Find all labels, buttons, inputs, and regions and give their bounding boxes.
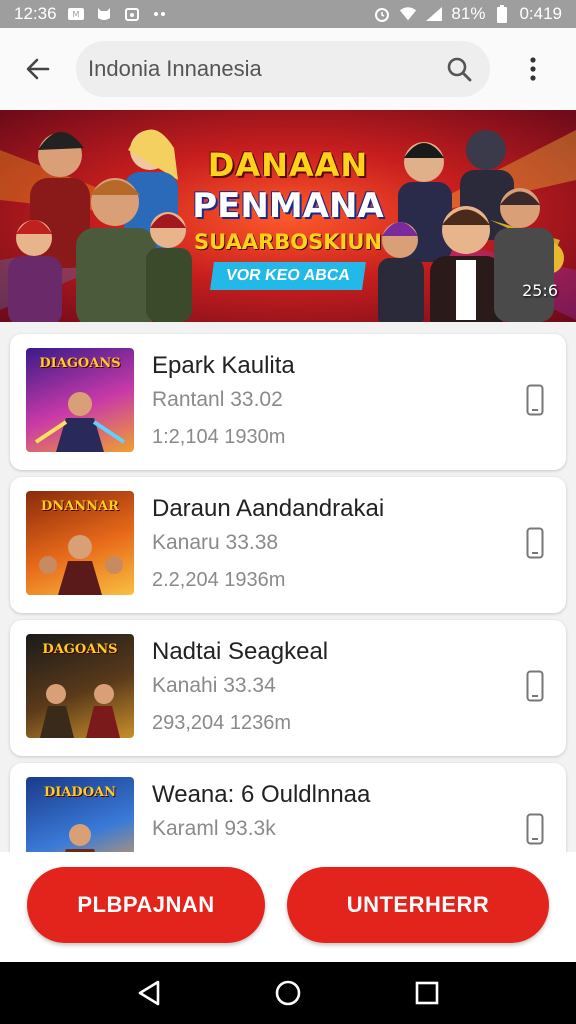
nav-back-button[interactable] (129, 973, 169, 1013)
thumbnail-label: DAGOANS (42, 642, 118, 657)
game-stats: 2.2,204 1936m (152, 569, 286, 591)
battery-icon (493, 5, 511, 23)
bottom-action-bar: PLBPAJNAN UNTERHERR (0, 852, 576, 962)
thumbnail-figure (65, 824, 95, 852)
game-rating: Rantanl 33.02 (152, 388, 283, 411)
banner-tagline: VOR KEO ABCA (210, 262, 366, 290)
notification-icon: M (67, 6, 85, 22)
recents-square-icon (415, 981, 438, 1005)
back-button[interactable] (0, 28, 76, 110)
game-thumbnail: DNANNAR (26, 491, 134, 595)
phone-icon (526, 384, 544, 416)
back-triangle-icon (139, 980, 160, 1006)
game-thumbnail: DIADOAN (26, 777, 134, 852)
promo-banner[interactable]: DANAAN PENMANA SUAARBOSKIUN VOR KEO ABCA… (0, 110, 576, 322)
list-item[interactable]: DAGOANS Nadtai Seagkeal Kanahi 33.34 293… (10, 620, 566, 756)
game-thumbnail: DAGOANS (26, 634, 134, 738)
back-arrow-icon (26, 58, 50, 80)
search-icon[interactable] (444, 54, 474, 84)
thumbnail-label: DIAGOANS (39, 356, 121, 371)
banner-timestamp: 25:6 (522, 281, 558, 300)
more-options-button[interactable] (490, 28, 576, 110)
left-action-button[interactable]: PLBPAJNAN (27, 867, 265, 943)
phone-icon (526, 670, 544, 702)
thumbnail-label: DIADOAN (43, 785, 116, 800)
status-time: 12:36 (14, 4, 57, 23)
thumbnail-figure (40, 684, 120, 738)
thumbnail-label: DNANNAR (41, 499, 119, 514)
nav-recents-button[interactable] (407, 973, 447, 1013)
more-vert-icon (530, 57, 536, 81)
game-thumbnail: DIAGOANS (26, 348, 134, 452)
banner-line-3: SUAARBOSKIUN (194, 230, 382, 254)
game-list: DIAGOANS Epark Kaulita Rantanl 33.02 1:2… (0, 322, 576, 852)
game-rating: Kanahi 33.34 (152, 674, 276, 697)
list-item[interactable]: DIAGOANS Epark Kaulita Rantanl 33.02 1:2… (10, 334, 566, 470)
game-rating: Kanaru 33.38 (152, 531, 279, 554)
game-stats: 293,204 1236m (152, 712, 292, 734)
system-nav-bar (0, 962, 576, 1024)
banner-title-block: DANAAN PENMANA SUAARBOSKIUN VOR KEO ABCA (188, 146, 388, 290)
wifi-icon (399, 6, 417, 22)
top-app-bar: Indonia Innanesia (0, 28, 576, 110)
thumbnail-figure (39, 535, 123, 595)
game-stats: 1:2,104 1930m (152, 426, 286, 448)
right-action-button[interactable]: UNTERHERR (287, 867, 549, 943)
svg-text:M: M (72, 10, 79, 19)
status-bar: 12:36 M 81% 0:419 (0, 0, 576, 28)
phone-icon (526, 527, 544, 559)
phone-icon (526, 813, 544, 845)
game-title: Daraun Aandandrakai (152, 495, 385, 522)
calendar-icon (123, 6, 141, 22)
list-item[interactable]: DNANNAR Daraun Aandandrakai Kanaru 33.38… (10, 477, 566, 613)
search-input[interactable]: Indonia Innanesia (76, 41, 490, 97)
dots-icon (151, 6, 169, 22)
status-time-right: 0:419 (519, 4, 562, 23)
banner-line-2: PENMANA (192, 186, 384, 226)
banner-line-1: DANAAN (207, 146, 369, 184)
search-query: Indonia Innanesia (88, 56, 262, 81)
thumbnail-figure (34, 392, 126, 452)
signal-icon (425, 6, 443, 22)
alarm-icon (373, 6, 391, 22)
list-item[interactable]: DIADOAN Weana: 6 Ouldlnnaa Karaml 93.3k (10, 763, 566, 852)
home-circle-icon (275, 980, 301, 1006)
nav-home-button[interactable] (268, 973, 308, 1013)
cat-icon (95, 6, 113, 22)
game-title: Nadtai Seagkeal (152, 638, 329, 665)
game-title: Epark Kaulita (152, 352, 295, 379)
battery-percent: 81% (451, 4, 486, 23)
game-rating: Karaml 93.3k (152, 817, 276, 840)
game-title: Weana: 6 Ouldlnnaa (152, 781, 371, 808)
